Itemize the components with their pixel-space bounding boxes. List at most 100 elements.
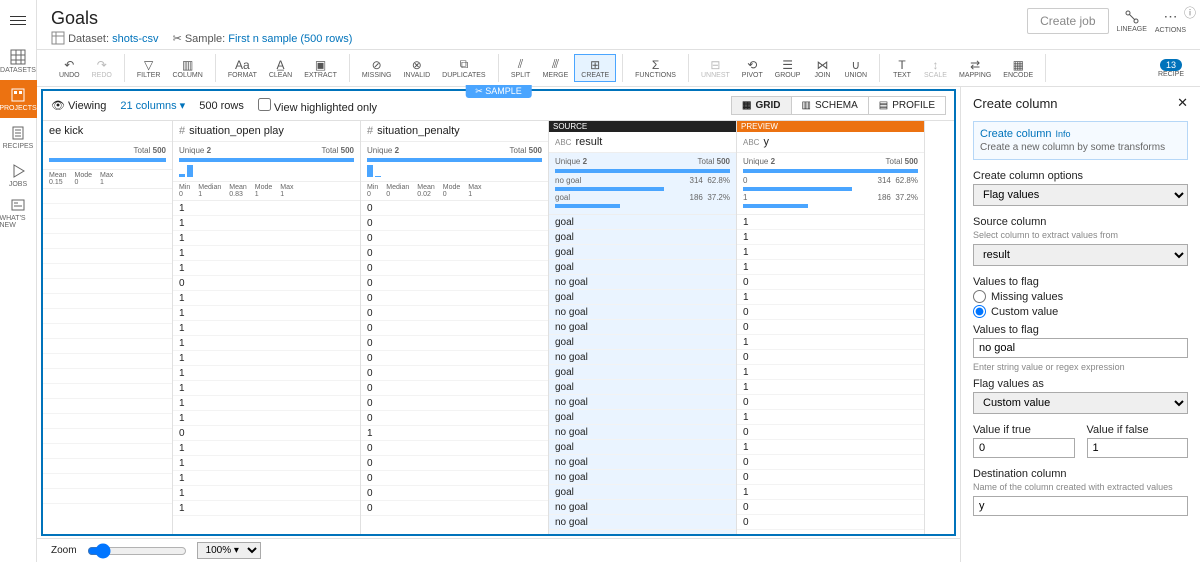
table-row[interactable]: no goal <box>549 305 736 320</box>
nav-recipes[interactable]: RECIPES <box>0 118 37 156</box>
table-row[interactable] <box>43 444 172 459</box>
table-row[interactable] <box>43 309 172 324</box>
table-row[interactable]: no goal <box>549 515 736 530</box>
table-row[interactable] <box>43 264 172 279</box>
table-row[interactable]: 0 <box>361 216 548 231</box>
table-row[interactable]: 1 <box>173 486 360 501</box>
table-row[interactable]: 0 <box>361 441 548 456</box>
table-row[interactable]: 0 <box>361 306 548 321</box>
table-row[interactable] <box>43 234 172 249</box>
table-row[interactable]: no goal <box>549 350 736 365</box>
table-row[interactable]: goal <box>549 380 736 395</box>
filter-button[interactable]: ▽FILTER <box>131 54 167 82</box>
table-row[interactable]: 0 <box>737 350 924 365</box>
value-false-input[interactable] <box>1087 438 1189 458</box>
pivot-button[interactable]: ⟲PIVOT <box>736 54 769 82</box>
table-row[interactable]: 1 <box>173 231 360 246</box>
flag-as-select[interactable]: Custom value <box>973 392 1188 414</box>
dataset-link[interactable]: shots-csv <box>112 33 158 45</box>
table-row[interactable]: 0 <box>361 321 548 336</box>
dest-input[interactable] <box>973 496 1188 516</box>
table-row[interactable]: goal <box>549 365 736 380</box>
sample-badge[interactable]: ✂ SAMPLE <box>465 85 532 98</box>
table-row[interactable]: 1 <box>173 291 360 306</box>
table-row[interactable]: 0 <box>737 515 924 530</box>
table-row[interactable] <box>43 249 172 264</box>
table-row[interactable]: 1 <box>737 230 924 245</box>
table-row[interactable]: goal <box>549 230 736 245</box>
clean-button[interactable]: A̲CLEAN <box>263 54 298 82</box>
table-row[interactable]: 1 <box>173 471 360 486</box>
radio-custom[interactable]: Custom value <box>973 305 1188 318</box>
table-row[interactable]: 0 <box>361 501 548 516</box>
close-icon[interactable]: ✕ <box>1177 95 1188 111</box>
table-row[interactable]: 1 <box>173 336 360 351</box>
text-button[interactable]: TTEXT <box>886 54 918 82</box>
table-row[interactable]: 1 <box>737 335 924 350</box>
help-icon[interactable]: ⓘ <box>1184 4 1196 21</box>
table-row[interactable]: 1 <box>737 245 924 260</box>
table-row[interactable]: 0 <box>361 471 548 486</box>
view-grid[interactable]: ▦GRID <box>732 97 791 114</box>
union-button[interactable]: ∪UNION <box>838 54 873 82</box>
table-row[interactable] <box>43 384 172 399</box>
menu-icon[interactable] <box>6 8 30 32</box>
radio-missing[interactable]: Missing values <box>973 290 1188 303</box>
actions-button[interactable]: ⋯ ACTIONS <box>1155 8 1186 34</box>
create-job-button[interactable]: Create job <box>1027 8 1108 34</box>
table-row[interactable]: 1 <box>737 380 924 395</box>
table-row[interactable]: 0 <box>361 261 548 276</box>
lineage-button[interactable]: LINEAGE <box>1117 10 1147 33</box>
table-row[interactable]: 1 <box>737 290 924 305</box>
recipe-button[interactable]: 13 RECIPE <box>1152 57 1190 80</box>
table-row[interactable]: 0 <box>737 320 924 335</box>
table-row[interactable]: 0 <box>737 275 924 290</box>
table-row[interactable]: 0 <box>361 411 548 426</box>
value-true-input[interactable] <box>973 438 1075 458</box>
table-row[interactable]: 0 <box>173 276 360 291</box>
merge-button[interactable]: ⫻MERGE <box>537 54 575 82</box>
table-row[interactable] <box>43 354 172 369</box>
mapping-button[interactable]: ⇄MAPPING <box>953 54 997 82</box>
encode-button[interactable]: ▦ENCODE <box>997 54 1039 82</box>
table-row[interactable]: 1 <box>173 456 360 471</box>
scale-button[interactable]: ↕SCALE <box>918 54 953 82</box>
table-row[interactable]: 1 <box>173 501 360 516</box>
unnest-button[interactable]: ⊟UNNEST <box>695 54 736 82</box>
table-row[interactable]: no goal <box>549 500 736 515</box>
table-row[interactable]: 1 <box>173 201 360 216</box>
table-row[interactable]: 0 <box>173 426 360 441</box>
table-row[interactable]: goal <box>549 410 736 425</box>
view-profile[interactable]: ▤PROFILE <box>869 97 945 114</box>
sample-link[interactable]: First n sample (500 rows) <box>228 33 352 45</box>
table-row[interactable]: 1 <box>173 261 360 276</box>
table-row[interactable]: 1 <box>737 410 924 425</box>
table-row[interactable]: 1 <box>737 215 924 230</box>
group-button[interactable]: ☰GROUP <box>769 54 807 82</box>
table-row[interactable]: goal <box>549 245 736 260</box>
table-row[interactable]: 0 <box>361 336 548 351</box>
table-row[interactable]: 1 <box>173 411 360 426</box>
table-row[interactable]: no goal <box>549 425 736 440</box>
options-select[interactable]: Flag values <box>973 184 1188 206</box>
table-row[interactable]: 1 <box>173 321 360 336</box>
table-row[interactable]: 1 <box>173 306 360 321</box>
table-row[interactable]: 0 <box>737 470 924 485</box>
table-row[interactable]: goal <box>549 485 736 500</box>
table-row[interactable]: 1 <box>173 366 360 381</box>
table-row[interactable]: no goal <box>549 455 736 470</box>
redo-button[interactable]: ↷REDO <box>86 54 118 82</box>
nav-whatsnew[interactable]: WHAT'S NEW <box>0 194 37 232</box>
table-row[interactable]: 0 <box>361 396 548 411</box>
view-schema[interactable]: ▥SCHEMA <box>792 97 869 114</box>
table-row[interactable] <box>43 219 172 234</box>
table-row[interactable]: 0 <box>361 381 548 396</box>
table-row[interactable]: 0 <box>361 246 548 261</box>
table-row[interactable] <box>43 324 172 339</box>
table-row[interactable]: 0 <box>361 456 548 471</box>
zoom-select[interactable]: 100% ▾ <box>197 542 261 559</box>
table-row[interactable]: 0 <box>737 455 924 470</box>
nav-datasets[interactable]: DATASETS <box>0 42 37 80</box>
table-row[interactable] <box>43 414 172 429</box>
table-row[interactable]: 1 <box>737 365 924 380</box>
